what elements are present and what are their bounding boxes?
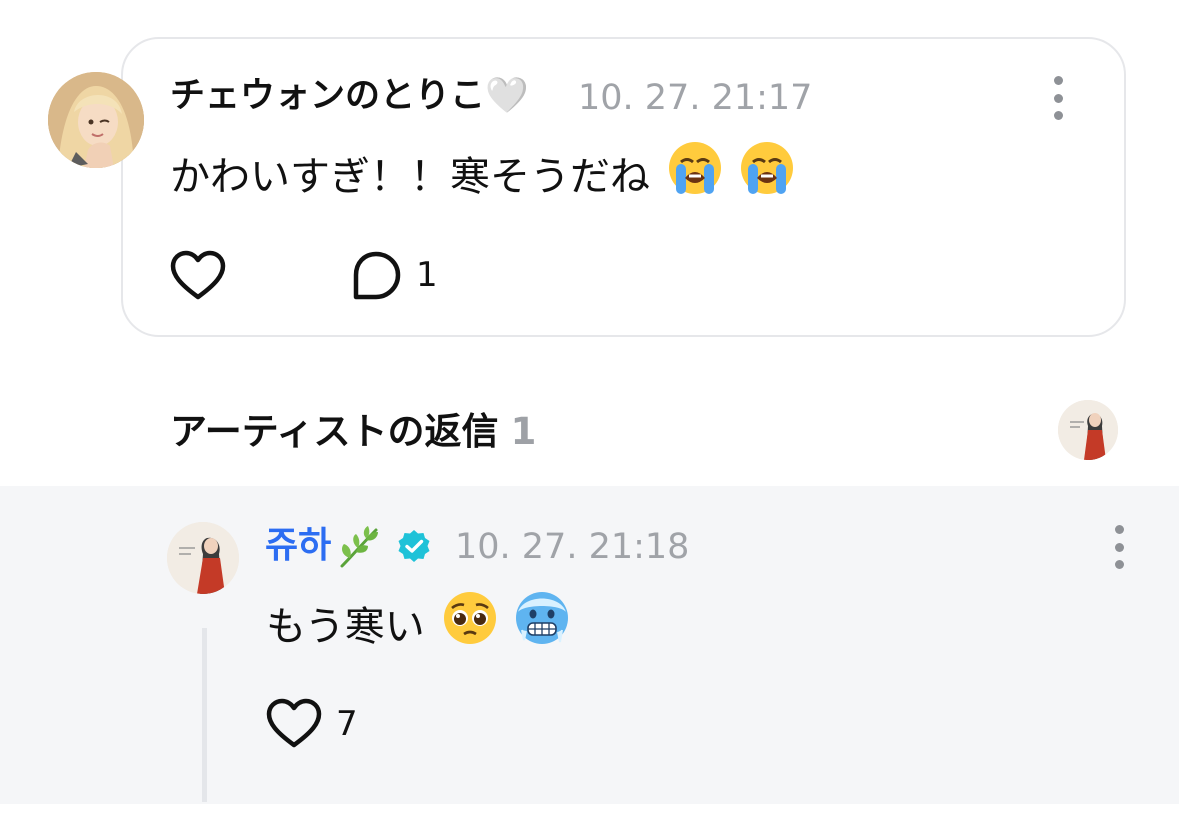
fan-avatar[interactable] (48, 72, 144, 168)
more-dot-icon (1053, 111, 1063, 120)
more-dot-icon (1114, 542, 1124, 552)
artist-replies-count: 1 (510, 410, 537, 453)
loudly-crying-face-icon (668, 142, 721, 194)
artist-avatar-image (1058, 400, 1118, 460)
artist-avatar-image (167, 522, 239, 594)
artist-replies-avatar[interactable] (1058, 400, 1118, 460)
artist-reply-text: もう寒い (266, 604, 425, 650)
heart-icon (266, 698, 322, 748)
more-dot-icon (1053, 76, 1063, 85)
comment-thread: チェウォンのとりこ🤍 10. 27. 21:17 かわいすぎ！！寒そうだね 1 … (0, 0, 1179, 822)
more-dot-icon (1114, 525, 1124, 534)
fan-reply-count: 1 (416, 255, 438, 295)
fan-comment-text: かわいすぎ！！寒そうだね (170, 154, 650, 200)
heart-icon (170, 250, 226, 300)
fan-comment-more-button[interactable] (1052, 76, 1064, 120)
artist-author-name[interactable]: 쥬하 (265, 524, 331, 568)
fan-comment-timestamp: 10. 27. 21:17 (578, 78, 813, 118)
fan-reply-button[interactable] (350, 250, 402, 302)
herb-icon (340, 526, 378, 568)
fan-comment-body: かわいすぎ！！寒そうだね (170, 140, 795, 203)
pleading-face-icon (443, 592, 496, 644)
loudly-crying-face-icon (741, 142, 794, 194)
artist-reply-avatar[interactable] (167, 522, 239, 594)
cold-face-icon (516, 592, 569, 644)
more-dot-icon (1053, 93, 1063, 103)
thread-line (202, 628, 207, 802)
artist-reply-body: もう寒い (266, 590, 570, 654)
verified-badge-icon (398, 530, 430, 562)
artist-reply-more-button[interactable] (1113, 525, 1125, 569)
fan-avatar-image (48, 72, 144, 168)
artist-replies-header: アーティストの返信 1 (170, 408, 536, 456)
artist-reply-like-button[interactable] (266, 698, 322, 750)
artist-reply-timestamp: 10. 27. 21:18 (455, 527, 690, 567)
artist-replies-title: アーティストの返信 (170, 410, 499, 453)
fan-like-button[interactable] (170, 250, 226, 302)
speech-bubble-icon (353, 251, 401, 300)
artist-reply-like-count: 7 (336, 704, 358, 744)
fan-author-name[interactable]: チェウォンのとりこ🤍 (170, 74, 529, 118)
more-dot-icon (1114, 560, 1124, 569)
